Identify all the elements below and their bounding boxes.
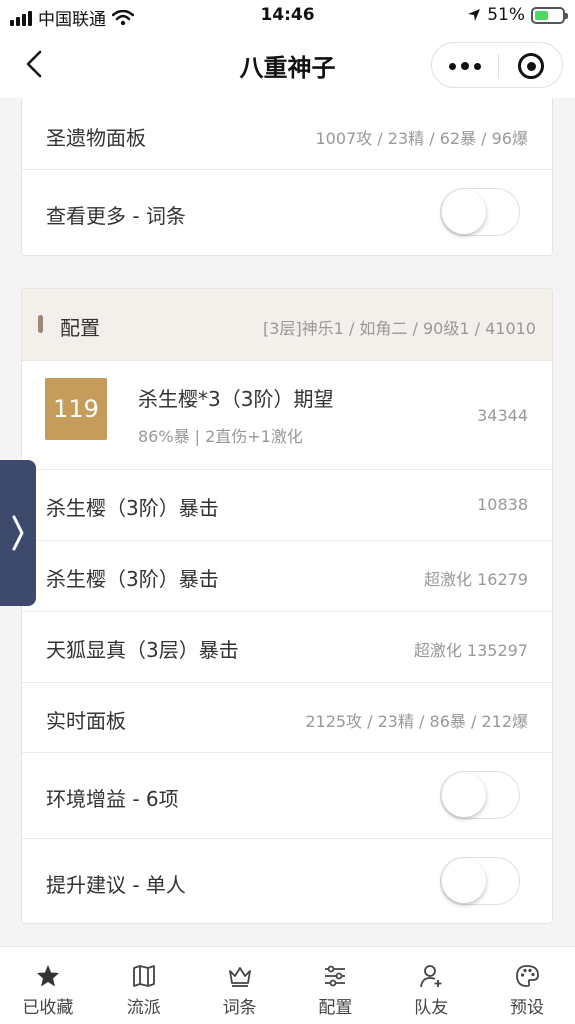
tab-label: 词条 [222, 998, 257, 1018]
row-label: 提升建议 - 单人 [46, 873, 186, 897]
tab-label: 队友 [414, 998, 449, 1018]
map-icon [132, 965, 155, 987]
section-marker [38, 315, 43, 333]
tab-label: 配置 [318, 998, 353, 1018]
sliders-icon [325, 965, 346, 987]
chevron-right-icon [12, 515, 24, 551]
more-dots-icon [449, 62, 456, 70]
palette-icon [516, 965, 539, 987]
tab-teammates[interactable]: 队友 [383, 947, 479, 1024]
status-right: 51% [467, 5, 568, 25]
damage-row[interactable]: 天狐显真（3层）暴击 超激化 135297 [22, 612, 552, 683]
row-label: 圣遗物面板 [46, 126, 146, 150]
upgrade-suggestion-row: 提升建议 - 单人 [22, 839, 552, 923]
damage-row[interactable]: 杀生樱（3阶）暴击 10838 [22, 470, 552, 541]
config-card: 配置 [3层]神乐1 / 如角二 / 90级1 / 41010 119 杀生樱*… [21, 288, 553, 924]
tab-config[interactable]: 配置 [287, 947, 383, 1024]
row-value: 超激化 135297 [413, 641, 528, 660]
view-more-toggle[interactable] [440, 188, 520, 236]
tab-genre[interactable]: 流派 [96, 947, 192, 1024]
live-panel-row[interactable]: 实时面板 2125攻 / 23精 / 86暴 / 212爆 [22, 683, 552, 753]
side-drawer-tab[interactable] [0, 460, 36, 606]
row-label: 实时面板 [46, 709, 126, 733]
expected-damage-value: 34344 [477, 406, 528, 425]
star-icon [36, 965, 59, 987]
row-value: 10838 [477, 495, 528, 514]
artifact-card: 圣遗物面板 1007攻 / 23精 / 62暴 / 96爆 查看更多 - 词条 [21, 98, 553, 256]
row-value: 2125攻 / 23精 / 86暴 / 212爆 [305, 712, 528, 731]
tab-bar: 已收藏 流派 词条 配置 队友 预设 [0, 946, 575, 1024]
damage-row[interactable]: 杀生樱（3阶）暴击 超激化 16279 [22, 541, 552, 612]
tab-presets[interactable]: 预设 [479, 947, 575, 1024]
tab-label: 已收藏 [22, 998, 74, 1018]
row-value: 1007攻 / 23精 / 62暴 / 96爆 [315, 129, 529, 148]
battery-percent: 51% [487, 5, 525, 25]
config-summary: [3层]神乐1 / 如角二 / 90级1 / 41010 [263, 319, 536, 338]
tab-label: 预设 [510, 998, 545, 1018]
config-header[interactable]: 配置 [3层]神乐1 / 如角二 / 90级1 / 41010 [22, 289, 552, 361]
miniprogram-capsule [431, 42, 563, 88]
more-button[interactable] [432, 43, 498, 89]
close-miniprogram-button[interactable] [498, 43, 564, 89]
expected-damage-subtitle: 86%暴 | 2直伤+1激化 [138, 427, 303, 446]
tab-favorites[interactable]: 已收藏 [0, 947, 96, 1024]
status-bar: 中国联通 14:46 51% [0, 0, 575, 32]
crown-icon [228, 967, 251, 987]
config-title: 配置 [60, 316, 100, 340]
row-label: 查看更多 - 词条 [46, 204, 186, 228]
artifact-panel-row[interactable]: 圣遗物面板 1007攻 / 23精 / 62暴 / 96爆 [22, 98, 552, 170]
environment-buff-toggle[interactable] [440, 771, 520, 819]
location-arrow-icon [468, 9, 481, 21]
view-more-stats-row: 查看更多 - 词条 [22, 170, 552, 255]
add-user-icon [420, 965, 442, 988]
tab-stats[interactable]: 词条 [192, 947, 288, 1024]
expected-damage-row[interactable]: 119 杀生樱*3（3阶）期望 86%暴 | 2直伤+1激化 34344 [22, 361, 552, 470]
upgrade-suggestion-toggle[interactable] [440, 857, 520, 905]
row-label: 杀生樱（3阶）暴击 [46, 567, 219, 591]
row-label: 环境增益 - 6项 [46, 787, 179, 811]
nav-bar: 八重神子 [0, 32, 575, 98]
environment-buff-row: 环境增益 - 6项 [22, 753, 552, 839]
tab-label: 流派 [126, 998, 161, 1018]
target-icon [518, 53, 544, 79]
expected-damage-title: 杀生樱*3（3阶）期望 [138, 387, 334, 411]
score-badge: 119 [45, 378, 107, 440]
row-label: 天狐显真（3层）暴击 [46, 638, 239, 662]
battery-icon [531, 6, 568, 24]
row-value: 超激化 16279 [424, 570, 528, 589]
row-label: 杀生樱（3阶）暴击 [46, 496, 219, 520]
